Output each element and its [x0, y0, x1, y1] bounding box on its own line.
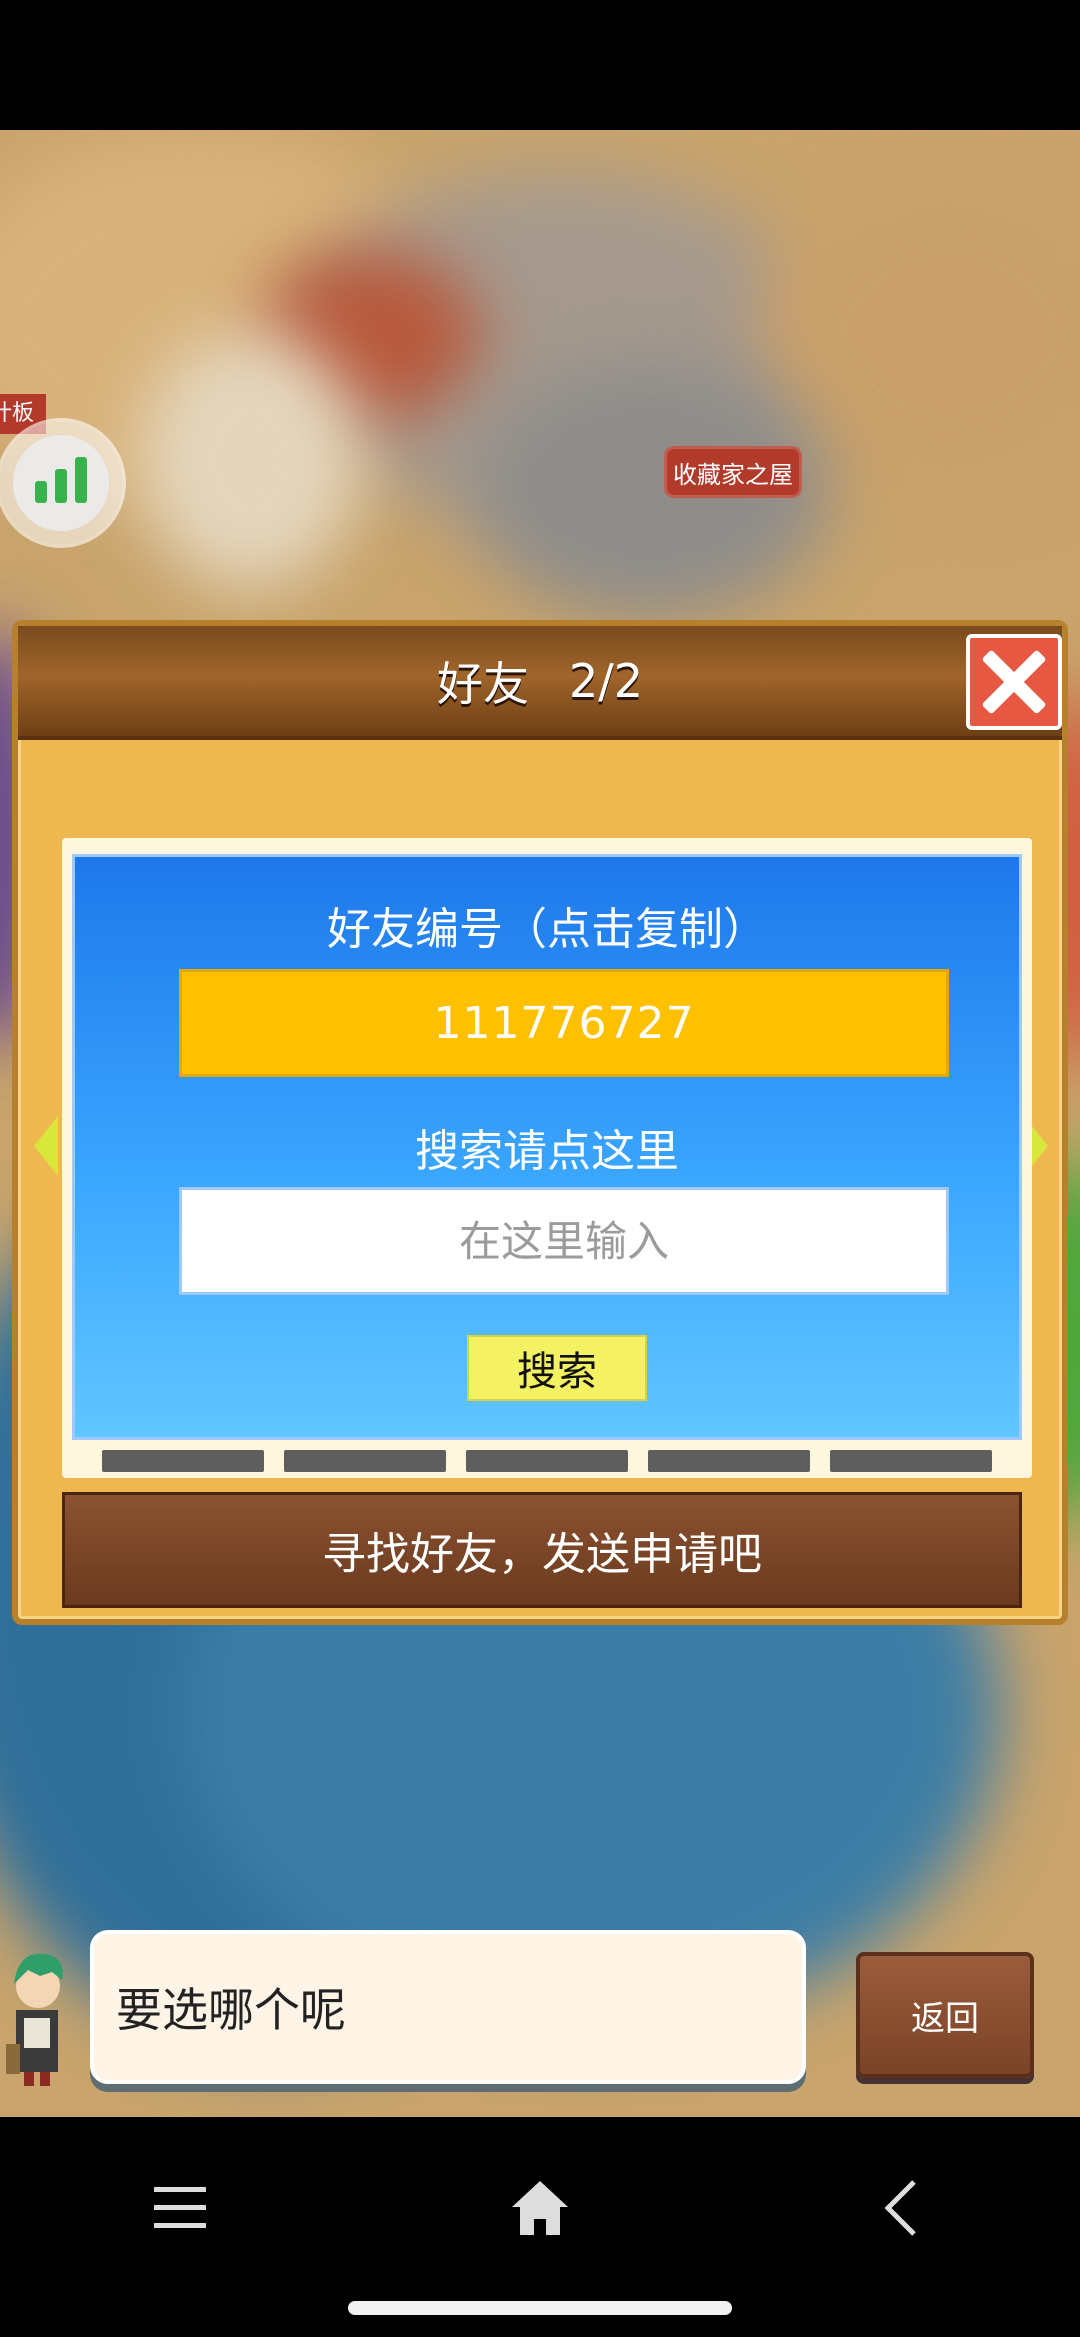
panel-title: 好友 2/2 — [18, 626, 1062, 736]
panel-title-text: 好友 — [436, 657, 529, 711]
card-slot — [284, 1450, 446, 1472]
stats-icon — [13, 435, 109, 531]
speech-bubble: 要选哪个呢 — [90, 1930, 806, 2084]
find-friends-banner: 寻找好友，发送申请吧 — [62, 1492, 1022, 1608]
stats-button[interactable] — [0, 422, 122, 544]
card-slot — [466, 1450, 628, 1472]
card-slot — [648, 1450, 810, 1472]
friends-panel: 好友 2/2 好友编号（点击复制） 111776727 搜索请点这里 搜索 寻找… — [12, 620, 1068, 1625]
card-slot — [830, 1450, 992, 1472]
menu-button[interactable] — [120, 2153, 240, 2263]
search-label: 搜索请点这里 — [415, 1126, 679, 1177]
card-slot — [102, 1450, 264, 1472]
character-avatar — [6, 1953, 63, 2086]
close-button[interactable] — [966, 634, 1062, 730]
friend-id-label: 好友编号（点击复制） — [327, 904, 767, 955]
back-button[interactable]: 返回 — [856, 1952, 1034, 2078]
home-indicator[interactable] — [348, 2301, 732, 2315]
back-nav-button[interactable] — [840, 2153, 960, 2263]
search-input[interactable] — [179, 1187, 949, 1295]
friend-card-board: 好友编号（点击复制） 111776727 搜索请点这里 搜索 — [62, 838, 1032, 1478]
character-dialog: 要选哪个呢 返回 — [0, 1930, 1080, 2120]
home-icon — [512, 2181, 568, 2235]
search-button[interactable]: 搜索 — [467, 1335, 647, 1401]
status-bar — [0, 0, 1080, 130]
back-icon — [884, 2180, 916, 2236]
panel-page-indicator: 2/2 — [568, 654, 644, 708]
system-nav-bar — [0, 2117, 1080, 2337]
speech-text: 要选哪个呢 — [116, 1983, 346, 2037]
friend-id-copy-box[interactable]: 111776727 — [179, 969, 949, 1077]
building-label[interactable]: 收藏家之屋 — [664, 446, 802, 498]
friend-card: 好友编号（点击复制） 111776727 搜索请点这里 搜索 — [72, 854, 1022, 1440]
home-button[interactable] — [480, 2153, 600, 2263]
card-slots — [102, 1450, 992, 1472]
menu-icon — [154, 2187, 206, 2228]
arrow-left-icon[interactable] — [34, 1116, 58, 1176]
